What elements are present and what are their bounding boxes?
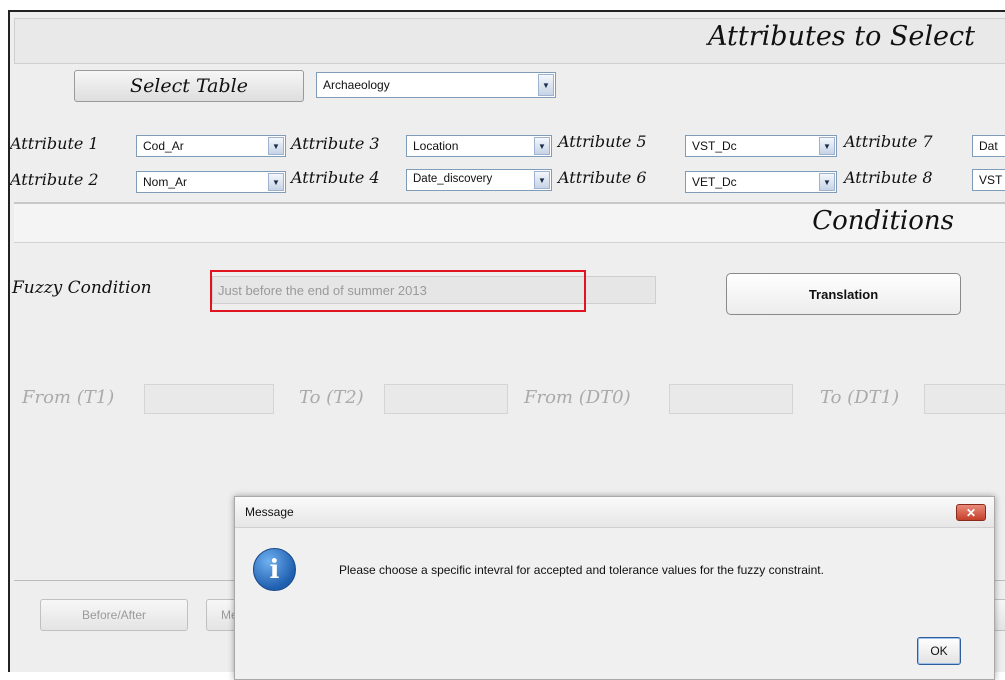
attribute-2-select[interactable]: Nom_Ar ▼ [136,171,286,193]
chevron-down-icon[interactable]: ▼ [819,137,835,155]
chevron-down-icon[interactable]: ▼ [534,137,550,155]
table-select-value: Archaeology [323,78,390,92]
attribute-8-value: VST [979,173,1003,187]
attribute-2-value: Nom_Ar [143,175,188,189]
chevron-down-icon[interactable]: ▼ [268,173,284,191]
dialog-titlebar[interactable]: Message ✕ [235,497,994,528]
from-dt0-label: From (DT0) [524,387,631,408]
attribute-8-label: Attribute 8 [844,168,933,187]
to-t2-input[interactable] [384,384,508,414]
page-title: Attributes to Select [708,21,975,52]
attribute-6-select[interactable]: VET_Dc ▼ [685,171,837,193]
close-icon[interactable]: ✕ [956,504,986,521]
attribute-4-label: Attribute 4 [291,168,380,187]
attribute-4-select[interactable]: Date_discovery ▼ [406,169,552,191]
to-dt1-label: To (DT1) [820,387,900,408]
select-table-button[interactable]: Select Table [74,70,304,102]
table-select[interactable]: Archaeology ▼ [316,72,556,98]
ok-button[interactable]: OK [917,637,961,665]
conditions-header: Conditions [14,202,1005,243]
conditions-title: Conditions [812,206,954,236]
attribute-5-select[interactable]: VST_Dc ▼ [685,135,837,157]
attribute-4-value: Date_discovery [413,173,493,185]
attribute-6-value: VET_Dc [692,175,737,189]
attribute-3-value: Location [413,139,459,153]
attribute-1-select[interactable]: Cod_Ar ▼ [136,135,286,157]
chevron-down-icon[interactable]: ▼ [268,137,284,155]
attribute-5-value: VST_Dc [692,139,737,153]
message-dialog: Message ✕ i Please choose a specific int… [234,496,995,680]
highlight-box [210,270,586,312]
attribute-1-label: Attribute 1 [10,134,99,153]
attribute-5-label: Attribute 5 [558,132,647,151]
info-icon: i [253,548,296,591]
attribute-7-label: Attribute 7 [844,132,933,151]
dialog-title: Message [245,505,294,519]
attribute-6-label: Attribute 6 [558,168,647,187]
attribute-2-label: Attribute 2 [10,170,99,189]
from-dt0-input[interactable] [669,384,793,414]
chevron-down-icon[interactable]: ▼ [538,74,554,96]
from-t1-input[interactable] [144,384,274,414]
to-t2-label: To (T2) [299,387,364,408]
dialog-message: Please choose a specific intevral for ac… [339,563,824,577]
attribute-3-select[interactable]: Location ▼ [406,135,552,157]
attribute-3-label: Attribute 3 [291,134,380,153]
chevron-down-icon[interactable]: ▼ [819,173,835,191]
attribute-1-value: Cod_Ar [143,139,184,153]
attribute-8-select[interactable]: VST [972,169,1005,191]
attributes-header: Attributes to Select [14,18,1005,64]
translation-button[interactable]: Translation [726,273,961,315]
attribute-7-select[interactable]: Dat [972,135,1005,157]
fuzzy-condition-label: Fuzzy Condition [12,278,152,298]
attribute-7-value: Dat [979,139,998,153]
to-dt1-input[interactable] [924,384,1005,414]
chevron-down-icon[interactable]: ▼ [534,171,550,189]
before-after-button[interactable]: Before/After [40,599,188,631]
from-t1-label: From (T1) [22,387,115,408]
